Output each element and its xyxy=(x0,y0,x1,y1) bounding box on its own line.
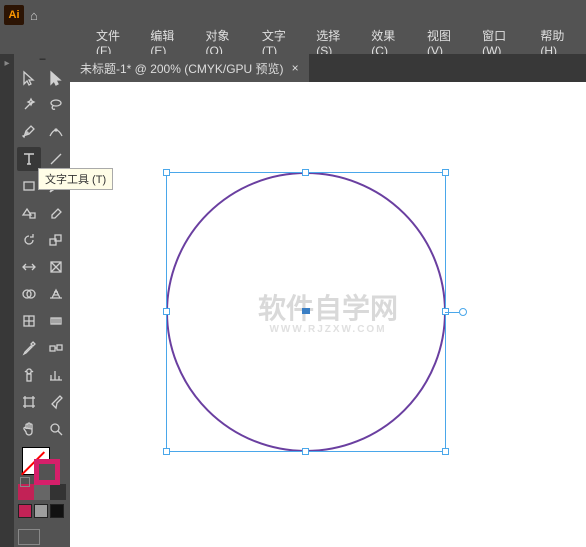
symbol-sprayer-tool[interactable] xyxy=(17,363,41,387)
rotate-tool[interactable] xyxy=(17,228,41,252)
slice-tool[interactable] xyxy=(44,390,68,414)
tab-bar: 未标题-1* @ 200% (CMYK/GPU 预览) × xyxy=(70,54,586,82)
swatch-2[interactable] xyxy=(34,504,48,518)
screen-mode-icon[interactable] xyxy=(18,529,40,545)
curvature-tool[interactable] xyxy=(44,120,68,144)
document-area: 未标题-1* @ 200% (CMYK/GPU 预览) × 软件自学网 WWW.… xyxy=(70,54,586,547)
scale-tool[interactable] xyxy=(44,228,68,252)
mesh-tool[interactable] xyxy=(17,309,41,333)
direct-selection-tool[interactable] xyxy=(44,66,68,90)
tab-title: 未标题-1* @ 200% (CMYK/GPU 预览) xyxy=(80,60,284,77)
shaper-tool[interactable] xyxy=(17,201,41,225)
left-strip: ▸ xyxy=(0,54,14,547)
panel-toggle-icon[interactable]: ▸ xyxy=(2,58,12,68)
tool-tooltip: 文字工具 (T) xyxy=(38,168,113,190)
eyedropper-tool[interactable] xyxy=(17,336,41,360)
mode-color[interactable] xyxy=(18,484,34,500)
magic-wand-tool[interactable] xyxy=(17,93,41,117)
line-tool[interactable] xyxy=(44,147,68,171)
handle-bottom-mid[interactable] xyxy=(302,448,309,455)
pen-tool[interactable] xyxy=(17,120,41,144)
menu-bar: 文件(F) 编辑(E) 对象(O) 文字(T) 选择(S) 效果(C) 视图(V… xyxy=(0,30,586,54)
mode-gradient[interactable] xyxy=(34,484,50,500)
eraser-tool[interactable] xyxy=(44,201,68,225)
fill-stroke-swatch[interactable] xyxy=(20,447,64,483)
shape-builder-tool[interactable] xyxy=(17,282,41,306)
handle-top-mid[interactable] xyxy=(302,169,309,176)
blend-tool[interactable] xyxy=(44,336,68,360)
tools-panel: ▪▪▪▪▪ xyxy=(14,54,70,547)
handle-mid-left[interactable] xyxy=(163,308,170,315)
close-icon[interactable]: × xyxy=(292,61,299,75)
home-icon[interactable]: ⌂ xyxy=(30,8,38,23)
hand-tool[interactable] xyxy=(17,417,41,441)
stroke-swatch[interactable] xyxy=(34,459,60,485)
free-transform-tool[interactable] xyxy=(44,255,68,279)
selection-bounds[interactable] xyxy=(166,172,446,452)
panel-grip-icon[interactable]: ▪▪▪▪▪ xyxy=(22,56,62,64)
swap-swatch-icon[interactable] xyxy=(20,477,30,487)
app-logo: Ai xyxy=(4,5,24,25)
width-tool[interactable] xyxy=(17,255,41,279)
rectangle-tool[interactable] xyxy=(17,174,41,198)
handle-bottom-left[interactable] xyxy=(163,448,170,455)
artboard-tool[interactable] xyxy=(17,390,41,414)
handle-bottom-right[interactable] xyxy=(442,448,449,455)
handle-top-left[interactable] xyxy=(163,169,170,176)
document-tab[interactable]: 未标题-1* @ 200% (CMYK/GPU 预览) × xyxy=(70,54,309,82)
color-mode-row xyxy=(18,484,66,500)
screen-mode-row xyxy=(18,526,66,547)
column-graph-tool[interactable] xyxy=(44,363,68,387)
live-shape-handle[interactable] xyxy=(459,308,467,316)
gradient-tool[interactable] xyxy=(44,309,68,333)
mode-none[interactable] xyxy=(50,484,66,500)
live-shape-line xyxy=(445,312,459,313)
zoom-tool[interactable] xyxy=(44,417,68,441)
handle-top-right[interactable] xyxy=(442,169,449,176)
swatch-3[interactable] xyxy=(50,504,64,518)
perspective-grid-tool[interactable] xyxy=(44,282,68,306)
lasso-tool[interactable] xyxy=(44,93,68,117)
type-tool[interactable] xyxy=(17,147,41,171)
selection-tool[interactable] xyxy=(17,66,41,90)
canvas[interactable]: 软件自学网 WWW.RJZXW.COM xyxy=(70,82,586,547)
swatch-row xyxy=(18,504,66,518)
swatch-1[interactable] xyxy=(18,504,32,518)
